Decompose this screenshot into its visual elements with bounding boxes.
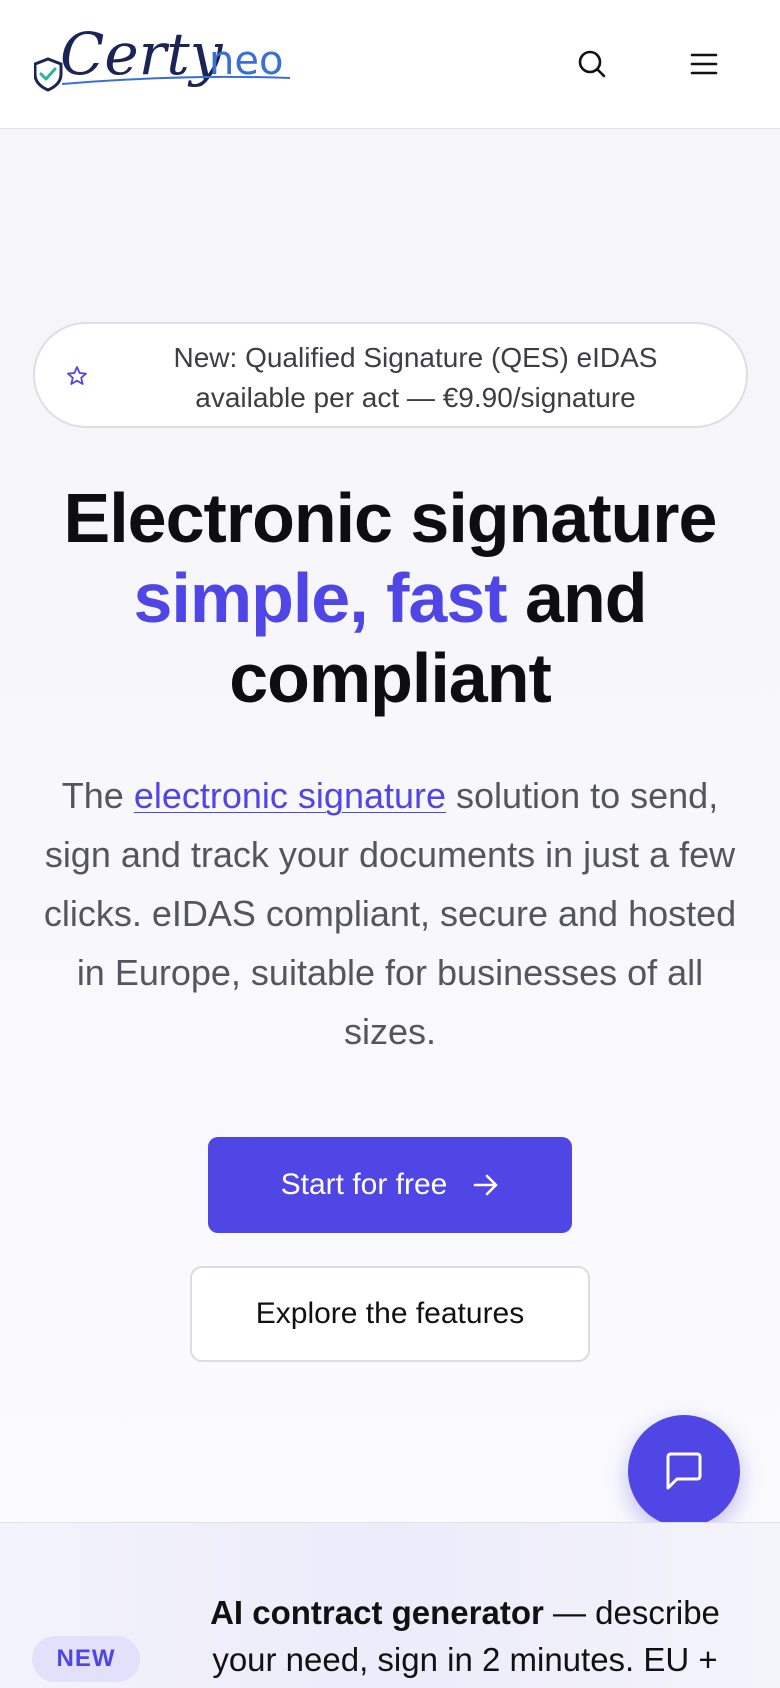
chat-bubble-icon <box>666 1452 702 1490</box>
hero-headline: Electronic signature simple, fast and co… <box>20 478 760 718</box>
headline-accent: simple, fast <box>133 559 507 637</box>
headline-line-3: compliant <box>229 639 552 717</box>
star-icon <box>67 366 87 385</box>
arrow-right-icon <box>474 1174 498 1196</box>
logo-mark: Certy neo <box>34 22 291 92</box>
description-suffix: solution to send, sign and track your do… <box>43 775 737 1052</box>
announcement-pill[interactable]: New: Qualified Signature (QES) eIDAS ava… <box>33 322 748 428</box>
banner-title: AI contract generator <box>210 1594 544 1631</box>
announcement-text: New: Qualified Signature (QES) eIDAS ava… <box>173 342 658 413</box>
headline-and: and <box>506 559 647 637</box>
site-header: Certy neo <box>0 0 780 129</box>
chat-button[interactable] <box>628 1415 740 1527</box>
explore-features-label: Explore the features <box>255 1297 525 1330</box>
certyneo-logo[interactable]: Certy neo <box>34 22 324 106</box>
explore-features-button[interactable]: Explore the features <box>190 1266 590 1362</box>
search-button[interactable] <box>572 44 612 84</box>
banner-text: AI contract generator — describe your ne… <box>180 1589 750 1683</box>
menu-button[interactable] <box>684 44 724 84</box>
ai-contract-banner[interactable]: NEW AI contract generator — describe you… <box>0 1522 780 1688</box>
start-for-free-label: Start for free <box>280 1168 448 1201</box>
description-prefix: The <box>61 775 134 816</box>
headline-line-1: Electronic signature <box>63 479 718 557</box>
search-icon <box>578 50 606 78</box>
hamburger-menu-icon <box>690 53 718 75</box>
start-for-free-button[interactable]: Start for free <box>208 1137 572 1233</box>
electronic-signature-link[interactable]: electronic signature <box>134 775 446 816</box>
hero-description: The electronic signature solution to sen… <box>30 766 750 1061</box>
new-badge: NEW <box>32 1636 140 1682</box>
